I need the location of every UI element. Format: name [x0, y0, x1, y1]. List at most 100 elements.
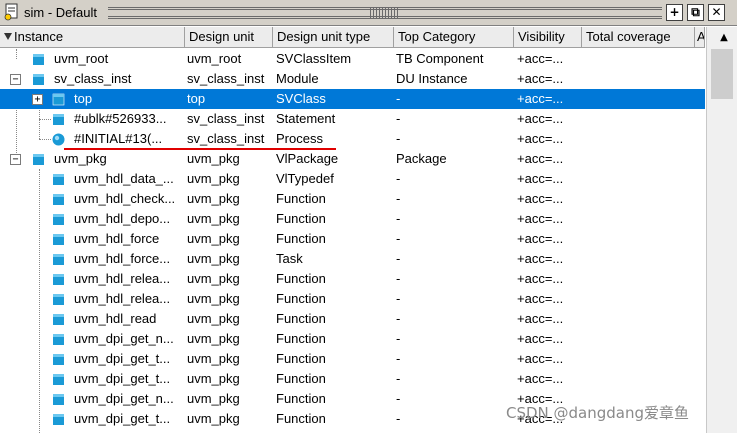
visibility: +acc=... [517, 231, 564, 246]
table-row[interactable]: − sv_class_inst sv_class_inst Module DU … [0, 69, 705, 89]
top-category: - [396, 271, 401, 286]
module-icon [33, 74, 44, 85]
table-row[interactable]: uvm_hdl_depo... uvm_pkg Function - +acc=… [0, 209, 705, 229]
design-unit: uvm_pkg [187, 391, 240, 406]
visibility: +acc=... [517, 211, 564, 226]
design-unit-type: Module [276, 71, 319, 86]
visibility: +acc=... [517, 351, 564, 366]
visibility: +acc=... [517, 371, 564, 386]
instance-name: uvm_dpi_get_n... [74, 391, 174, 406]
design-unit: sv_class_inst [187, 71, 265, 86]
class-icon [52, 93, 65, 106]
design-unit-type: Function [276, 371, 326, 386]
collapse-icon[interactable]: − [10, 74, 21, 85]
design-unit-type: Function [276, 311, 326, 326]
visibility: +acc=... [517, 91, 564, 106]
design-unit: uvm_pkg [187, 191, 240, 206]
task-icon [53, 254, 64, 265]
annotation-underline [64, 148, 336, 150]
table-row[interactable]: uvm_hdl_read uvm_pkg Function - +acc=... [0, 309, 705, 329]
design-unit: uvm_root [187, 51, 242, 66]
function-icon [53, 414, 64, 425]
design-unit: top [187, 91, 206, 106]
table-row[interactable]: uvm_hdl_force uvm_pkg Function - +acc=..… [0, 229, 705, 249]
top-category: - [396, 291, 401, 306]
design-unit: sv_class_inst [187, 131, 265, 146]
instance-name: uvm_root [54, 51, 109, 66]
column-design-unit-type[interactable]: Design unit type [273, 27, 394, 48]
top-category: - [396, 171, 401, 186]
table-row[interactable]: #INITIAL#13(... sv_class_inst Process - … [0, 129, 705, 149]
instance-name: sv_class_inst [54, 71, 132, 86]
scroll-up-icon[interactable]: ▲ [715, 29, 733, 47]
design-unit: uvm_pkg [187, 251, 240, 266]
visibility: +acc=... [517, 131, 564, 146]
design-unit-type: Function [276, 331, 326, 346]
class-item-icon [33, 54, 44, 65]
design-unit: uvm_pkg [187, 231, 240, 246]
design-unit: uvm_pkg [187, 271, 240, 286]
table-row[interactable]: uvm_hdl_data_... uvm_pkg VlTypedef - +ac… [0, 169, 705, 189]
instance-name: uvm_hdl_relea... [74, 291, 171, 306]
design-unit: uvm_pkg [187, 371, 240, 386]
top-category: - [396, 211, 401, 226]
top-category: - [396, 371, 401, 386]
table-row[interactable]: uvm_hdl_relea... uvm_pkg Function - +acc… [0, 269, 705, 289]
design-unit: uvm_pkg [187, 291, 240, 306]
design-unit-type: Function [276, 351, 326, 366]
function-icon [53, 274, 64, 285]
design-unit: uvm_pkg [187, 211, 240, 226]
instance-name: top [74, 91, 93, 106]
instance-name: uvm_pkg [54, 151, 107, 166]
column-top-category[interactable]: Top Category [394, 27, 514, 48]
top-category: - [396, 251, 401, 266]
expand-icon[interactable]: + [32, 94, 43, 105]
instance-name: uvm_dpi_get_t... [74, 411, 171, 426]
visibility: +acc=... [517, 311, 564, 326]
function-icon [53, 294, 64, 305]
instance-tree[interactable]: uvm_root uvm_root SVClassItem TB Compone… [0, 49, 705, 433]
visibility: +acc=... [517, 51, 564, 66]
column-header: Instance Design unit Design unit type To… [0, 27, 705, 48]
statement-icon [53, 114, 64, 125]
table-row[interactable]: uvm_hdl_check... uvm_pkg Function - +acc… [0, 189, 705, 209]
scroll-thumb[interactable] [711, 49, 733, 99]
collapse-icon[interactable]: − [10, 154, 21, 165]
table-row-selected[interactable]: + top top SVClass - +acc=... [0, 89, 705, 109]
table-row[interactable]: uvm_dpi_get_n... uvm_pkg Function - +acc… [0, 329, 705, 349]
process-icon [52, 133, 65, 146]
table-row[interactable]: uvm_dpi_get_t... uvm_pkg Function - +acc… [0, 349, 705, 369]
add-button[interactable]: + [666, 4, 683, 21]
function-icon [53, 354, 64, 365]
instance-name: uvm_hdl_force [74, 231, 160, 246]
function-icon [53, 234, 64, 245]
column-instance[interactable]: Instance [0, 27, 185, 48]
design-unit-type: Function [276, 391, 326, 406]
visibility: +acc=... [517, 111, 564, 126]
vertical-scrollbar[interactable]: ▲ [706, 27, 737, 433]
instance-name: uvm_hdl_read [74, 311, 157, 326]
restore-button[interactable]: ⧉ [687, 4, 704, 21]
table-row[interactable]: uvm_dpi_get_t... uvm_pkg Function - +acc… [0, 369, 705, 389]
design-unit-type: VlPackage [276, 151, 339, 166]
column-a[interactable]: A [695, 27, 705, 48]
design-unit: uvm_pkg [187, 351, 240, 366]
table-row[interactable]: uvm_hdl_relea... uvm_pkg Function - +acc… [0, 289, 705, 309]
close-button[interactable]: ✕ [708, 4, 725, 21]
column-design-unit[interactable]: Design unit [185, 27, 273, 48]
column-visibility[interactable]: Visibility [514, 27, 582, 48]
top-category: TB Component [396, 51, 484, 66]
top-category: - [396, 231, 401, 246]
design-unit: uvm_pkg [187, 171, 240, 186]
watermark: CSDN @dangdang爱章鱼 [506, 404, 690, 422]
visibility: +acc=... [517, 171, 564, 186]
design-unit-type: SVClassItem [276, 51, 352, 66]
column-total-coverage[interactable]: Total coverage [582, 27, 695, 48]
top-category: - [396, 411, 401, 426]
table-row[interactable]: uvm_root uvm_root SVClassItem TB Compone… [0, 49, 705, 69]
table-row[interactable]: uvm_hdl_force... uvm_pkg Task - +acc=... [0, 249, 705, 269]
top-category: - [396, 191, 401, 206]
table-row[interactable]: − uvm_pkg uvm_pkg VlPackage Package +acc… [0, 149, 705, 169]
table-row[interactable]: #ublk#526933... sv_class_inst Statement … [0, 109, 705, 129]
design-unit-type: Function [276, 211, 326, 226]
